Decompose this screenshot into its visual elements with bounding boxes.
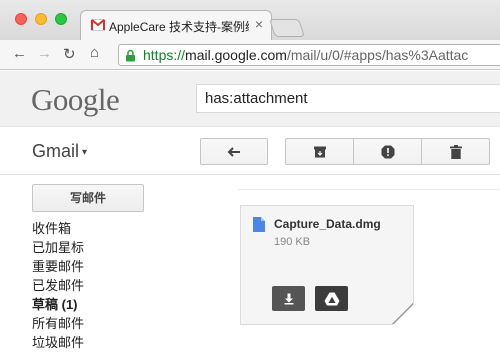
archive-icon [313, 146, 326, 157]
nav-item-spam[interactable]: 垃圾邮件 [32, 333, 172, 352]
browser-toolbar: ← → ↻ ⌂ https://mail.google.com/mail/u/0… [0, 40, 500, 70]
tab-close-icon[interactable]: × [255, 16, 263, 32]
window-close-button[interactable] [15, 13, 27, 25]
browser-tab[interactable]: AppleCare 技术支持-案例编号 × [80, 10, 272, 41]
url-host: mail.google.com [185, 47, 287, 63]
search-input[interactable]: has:attachment [196, 84, 500, 113]
address-bar[interactable]: https://mail.google.com/mail/u/0/#apps/h… [118, 44, 500, 66]
reply-icon [227, 146, 240, 157]
delete-button[interactable] [421, 138, 490, 165]
file-icon [253, 217, 265, 232]
lock-icon [126, 49, 135, 62]
save-to-drive-button[interactable] [315, 286, 348, 311]
report-spam-button[interactable] [353, 138, 422, 165]
gmail-header: Google has:attachment [0, 71, 500, 127]
reload-icon[interactable]: ↻ [63, 45, 76, 63]
tab-title: AppleCare 技术支持-案例编号 [109, 20, 249, 34]
url-path: /mail/u/0/#apps/has%3Aattac [286, 47, 469, 63]
compose-button[interactable]: 写邮件 [32, 184, 144, 212]
download-icon [284, 293, 293, 304]
back-to-list-button[interactable] [200, 138, 268, 165]
gmail-icon [91, 19, 105, 31]
home-icon[interactable]: ⌂ [90, 44, 99, 61]
google-logo[interactable]: Google [31, 82, 120, 118]
divider [238, 189, 500, 190]
back-arrow-icon[interactable]: ← [12, 45, 27, 62]
attachment-card[interactable]: Capture_Data.dmg 190 KB [240, 205, 414, 325]
url-text: https://mail.google.com/mail/u/0/#apps/h… [143, 47, 468, 63]
nav-item-starred[interactable]: 已加星标 [32, 238, 172, 257]
google-drive-icon [324, 292, 339, 305]
gmail-action-bar: Gmail ▾ [0, 127, 500, 175]
label-list: 收件箱 已加星标 重要邮件 已发邮件 草稿 (1) 所有邮件 垃圾邮件 [32, 219, 172, 352]
delete-icon [449, 144, 462, 159]
browser-titlebar: AppleCare 技术支持-案例编号 × [0, 0, 500, 41]
url-scheme: https:// [143, 47, 186, 63]
nav-item-drafts[interactable]: 草稿 (1) [32, 295, 172, 314]
report-spam-icon [381, 145, 394, 158]
archive-button[interactable] [285, 138, 354, 165]
nav-item-important[interactable]: 重要邮件 [32, 257, 172, 276]
chevron-down-icon: ▾ [82, 146, 88, 158]
gmail-app-menu[interactable]: Gmail ▾ [32, 141, 87, 162]
page-curl-corner [393, 304, 414, 325]
window-minimize-button[interactable] [35, 13, 47, 25]
forward-arrow-icon[interactable]: → [37, 45, 52, 62]
nav-item-sent[interactable]: 已发邮件 [32, 276, 172, 295]
window-maximize-button[interactable] [55, 13, 67, 25]
attachment-file-size: 190 KB [274, 236, 311, 248]
search-query: has:attachment [205, 90, 308, 107]
new-tab-button[interactable] [269, 19, 305, 37]
attachment-file-name: Capture_Data.dmg [274, 217, 381, 231]
nav-item-inbox[interactable]: 收件箱 [32, 219, 172, 238]
download-button[interactable] [272, 286, 305, 311]
gmail-app-label: Gmail [32, 141, 80, 161]
nav-item-all-mail[interactable]: 所有邮件 [32, 314, 172, 333]
